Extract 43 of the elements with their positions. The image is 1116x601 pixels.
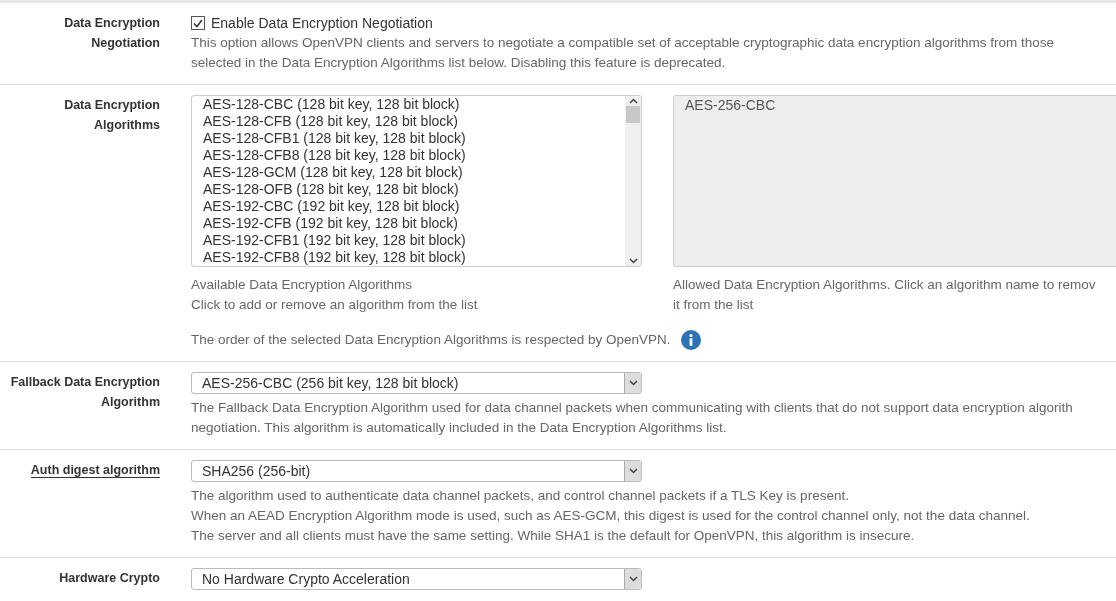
help-text: The Fallback Data Encryption Algorithm used for data channel packets when communicating with clients that do not support data encryption algorith (191, 399, 1074, 417)
caret-icon[interactable] (628, 380, 638, 386)
dropdown[interactable]: AES-256-CBC (256 bit key, 128 bit block) (191, 372, 642, 394)
help-text: The order of the selected Data Encryption Algorithms is respected by OpenVPN. (191, 331, 671, 349)
available-algorithms-list[interactable] (191, 95, 642, 267)
caret-icon[interactable] (628, 468, 638, 474)
help-text: When an AEAD Encryption Algorithm mode is used, such as AES-GCM, this digest is used for the control channel only, not the data channel. (191, 507, 1031, 525)
help-text: Click to add or remove an algorithm from the list (191, 296, 479, 314)
info-icon[interactable] (680, 330, 701, 350)
checkbox[interactable] (191, 16, 205, 30)
scrollbar-thumb[interactable] (626, 106, 640, 123)
field-label[interactable]: Auth digest algorithm (30, 463, 160, 477)
help-text: The algorithm used to authenticate data channel packets, and control channel packets if a TLS Key is present. (191, 487, 850, 505)
list-option[interactable]: AES-192-CFB (192 bit key, 128 bit block) (203, 215, 625, 232)
help-text: it from the list (673, 296, 755, 314)
help-text: negotiation. This algorithm is automatically included in the Data Encryption Algorithms list. (191, 419, 728, 437)
list-option[interactable]: AES-128-CFB (128 bit key, 128 bit block) (203, 113, 625, 130)
checkbox-label[interactable]: Enable Data Encryption Negotiation (211, 13, 433, 33)
field-label: Hardware Crypto (59, 571, 160, 585)
dropdown[interactable]: SHA256 (256-bit) (191, 460, 642, 482)
list-option[interactable]: AES-192-CFB8 (192 bit key, 128 bit block) (203, 249, 625, 266)
up-chevron-icon[interactable] (628, 98, 638, 104)
list-option[interactable]: AES-192-CBC (192 bit key, 128 bit block) (203, 198, 625, 215)
down-chevron-icon[interactable] (628, 258, 638, 264)
help-text: The server and all clients must have the same setting. While SHA1 is the default for OpenVPN, this algorithm is insecure. (191, 527, 916, 545)
field-label: Fallback Data Encryption Algorithm (10, 375, 160, 409)
list-option[interactable]: AES-256-CBC (685, 96, 1116, 114)
list-option[interactable]: AES-128-CFB1 (128 bit key, 128 bit block) (203, 130, 625, 147)
field-label: Data Encryption Algorithms (64, 98, 160, 132)
help-text: selected in the Data Encryption Algorithms list below. Disabling this feature is deprecated. (191, 54, 727, 72)
list-option[interactable]: AES-192-CFB1 (192 bit key, 128 bit block) (203, 232, 625, 249)
list-option[interactable]: AES-128-CBC (128 bit key, 128 bit block) (203, 96, 625, 113)
help-text: Available Data Encryption Algorithms (191, 276, 414, 294)
list-option[interactable]: AES-128-GCM (128 bit key, 128 bit block) (203, 164, 625, 181)
help-text: Allowed Data Encryption Algorithms. Click an algorithm name to remov (673, 276, 1097, 294)
caret-icon[interactable] (628, 576, 638, 582)
dropdown[interactable]: No Hardware Crypto Acceleration (191, 568, 642, 590)
help-text: This option allows OpenVPN clients and servers to negotiate a compatible set of acceptable cryptographic data encryption algorithms from those (191, 34, 1055, 52)
allowed-algorithms-list[interactable]: AES-256-CBC (673, 95, 1116, 267)
field-label: Data Encryption Negotiation (64, 16, 160, 50)
list-option[interactable]: AES-128-OFB (128 bit key, 128 bit block) (203, 181, 625, 198)
list-option[interactable]: AES-128-CFB8 (128 bit key, 128 bit block) (203, 147, 625, 164)
scrollbar[interactable] (625, 96, 641, 266)
